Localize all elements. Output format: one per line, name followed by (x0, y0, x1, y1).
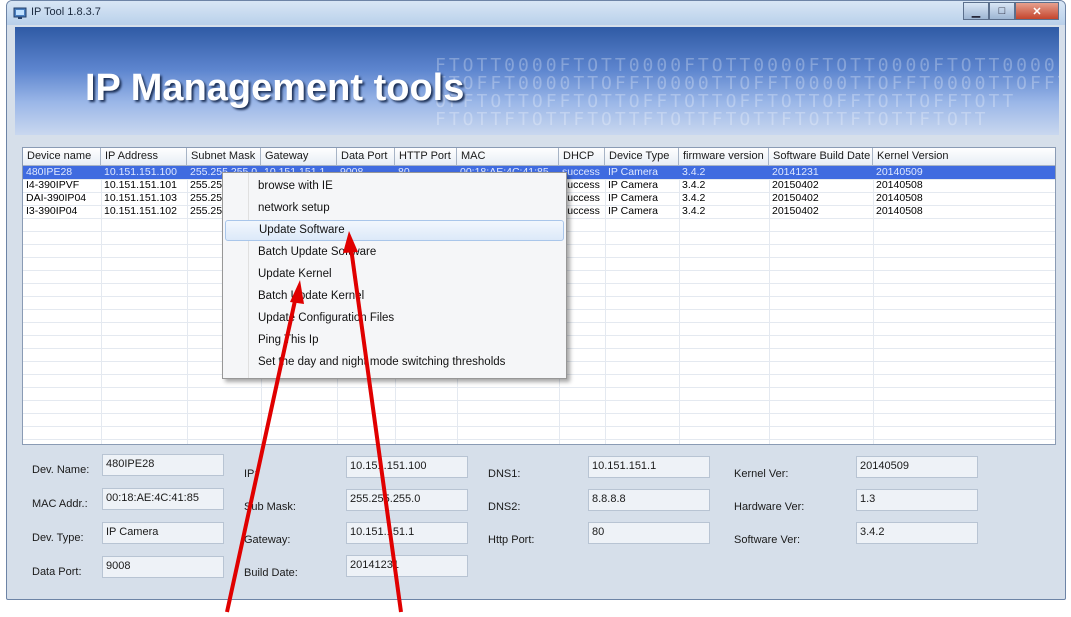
http-port-field[interactable]: 80 (588, 522, 710, 544)
hardware-ver-label: Hardware Ver: (734, 501, 805, 513)
ip-field[interactable]: 10.151.151.100 (346, 456, 468, 478)
table-cell: 20141231 (772, 166, 819, 178)
row-divider (23, 439, 1055, 440)
banner-pattern: FTOTT0000FTOTT0000FTOTT0000FTOTT0000FTOT… (435, 57, 1059, 127)
header-banner: FTOTT0000FTOTT0000FTOTT0000FTOTT0000FTOT… (15, 27, 1059, 135)
column-header[interactable]: Device Type (605, 148, 679, 166)
dns1-field[interactable]: 10.151.151.1 (588, 456, 710, 478)
menu-item-set-the-day-and-night-mode-switching-thresholds[interactable]: Set the day and night mode switching thr… (225, 352, 564, 373)
menu-item-batch-update-software[interactable]: Batch Update Software (225, 242, 564, 263)
row-divider (23, 426, 1055, 427)
menu-item-update-kernel[interactable]: Update Kernel (225, 264, 564, 285)
table-cell: 3.4.2 (682, 166, 706, 178)
dns2-field[interactable]: 8.8.8.8 (588, 489, 710, 511)
table-cell: 3.4.2 (682, 192, 706, 204)
menu-item-browse-with-ie[interactable]: browse with IE (225, 176, 564, 197)
table-cell: IP Camera (608, 166, 658, 178)
hardware-ver-field[interactable]: 1.3 (856, 489, 978, 511)
row-divider (23, 413, 1055, 414)
menu-item-update-software[interactable]: Update Software (225, 220, 564, 241)
sub-mask-label: Sub Mask: (244, 501, 296, 513)
menu-item-ping-this-ip[interactable]: Ping This Ip (225, 330, 564, 351)
column-header[interactable]: DHCP (559, 148, 605, 166)
column-header[interactable]: firmware version (679, 148, 769, 166)
build-date-label: Build Date: (244, 567, 298, 579)
table-cell: 3.4.2 (682, 179, 706, 191)
table-cell: IP Camera (608, 192, 658, 204)
minimize-button[interactable]: ▁ (963, 2, 989, 20)
app-icon (13, 7, 27, 19)
table-cell: 20150402 (772, 179, 819, 191)
sub-mask-field[interactable]: 255.255.255.0 (346, 489, 468, 511)
table-cell: I4-390IPVF (26, 179, 80, 191)
data-port-label: Data Port: (32, 566, 82, 578)
dev-name-label: Dev. Name: (32, 464, 90, 476)
table-cell: 10.151.151.102 (104, 205, 177, 217)
software-ver-field[interactable]: 3.4.2 (856, 522, 978, 544)
table-cell: 480IPE28 (26, 166, 73, 178)
mac-label: MAC Addr.: (32, 498, 88, 510)
table-cell: IP Camera (608, 179, 658, 191)
table-cell: 20150402 (772, 192, 819, 204)
mac-field[interactable]: 00:18:AE:4C:41:85 (102, 488, 224, 510)
window-title: IP Tool 1.8.3.7 (31, 6, 101, 18)
kernel-ver-field[interactable]: 20140509 (856, 456, 978, 478)
table-cell: 20140508 (876, 205, 923, 217)
column-header[interactable]: Gateway (261, 148, 337, 166)
column-header[interactable]: Device name (23, 148, 101, 166)
column-header[interactable]: MAC (457, 148, 559, 166)
row-divider (23, 387, 1055, 388)
gateway-field[interactable]: 10.151.151.1 (346, 522, 468, 544)
table-header: Device name IP Address Subnet Mask Gateway D… (23, 148, 1055, 166)
maximize-button[interactable]: □ (989, 2, 1015, 20)
column-header[interactable]: IP Address (101, 148, 187, 166)
kernel-ver-label: Kernel Ver: (734, 468, 789, 480)
context-menu: browse with IE network setup Update Softwa… (222, 172, 567, 379)
table-cell: 10.151.151.101 (104, 179, 177, 191)
banner-title: IP Management tools (85, 67, 465, 109)
dev-type-label: Dev. Type: (32, 532, 84, 544)
device-details-panel: Dev. Name: 480IPE28 MAC Addr.: 00:18:AE:… (22, 450, 1056, 595)
table-cell: 10.151.151.103 (104, 192, 177, 204)
menu-item-batch-update-kernel[interactable]: Batch Update Kernel (225, 286, 564, 307)
table-cell: 20140508 (876, 179, 923, 191)
dns1-label: DNS1: (488, 468, 521, 480)
table-cell: I3-390IP04 (26, 205, 78, 217)
table-cell: DAI-390IP04 (26, 192, 87, 204)
title-bar[interactable]: IP Tool 1.8.3.7 ▁ □ ✕ (7, 1, 1065, 25)
column-header[interactable]: Software Build Date (769, 148, 873, 166)
gateway-label: Gateway: (244, 534, 291, 546)
table-cell: 20140509 (876, 166, 923, 178)
row-divider (23, 400, 1055, 401)
menu-item-network-setup[interactable]: network setup (225, 198, 564, 219)
table-cell: 10.151.151.100 (104, 166, 177, 178)
build-date-field[interactable]: 20141231 (346, 555, 468, 577)
ip-label: IP: (244, 468, 258, 480)
http-port-label: Http Port: (488, 534, 535, 546)
column-header[interactable]: HTTP Port (395, 148, 457, 166)
data-port-field[interactable]: 9008 (102, 556, 224, 578)
dev-type-field[interactable]: IP Camera (102, 522, 224, 544)
column-header[interactable]: Kernel Version (873, 148, 1055, 166)
close-button[interactable]: ✕ (1015, 2, 1059, 20)
dev-name-field[interactable]: 480IPE28 (102, 454, 224, 476)
dns2-label: DNS2: (488, 501, 521, 513)
table-cell: 20150402 (772, 205, 819, 217)
table-cell: 20140508 (876, 192, 923, 204)
column-header[interactable]: Subnet Mask (187, 148, 261, 166)
software-ver-label: Software Ver: (734, 534, 801, 546)
menu-item-update-configuration-files[interactable]: Update Configuration Files (225, 308, 564, 329)
column-header[interactable]: Data Port (337, 148, 395, 166)
table-cell: 3.4.2 (682, 205, 706, 217)
table-cell: IP Camera (608, 205, 658, 217)
